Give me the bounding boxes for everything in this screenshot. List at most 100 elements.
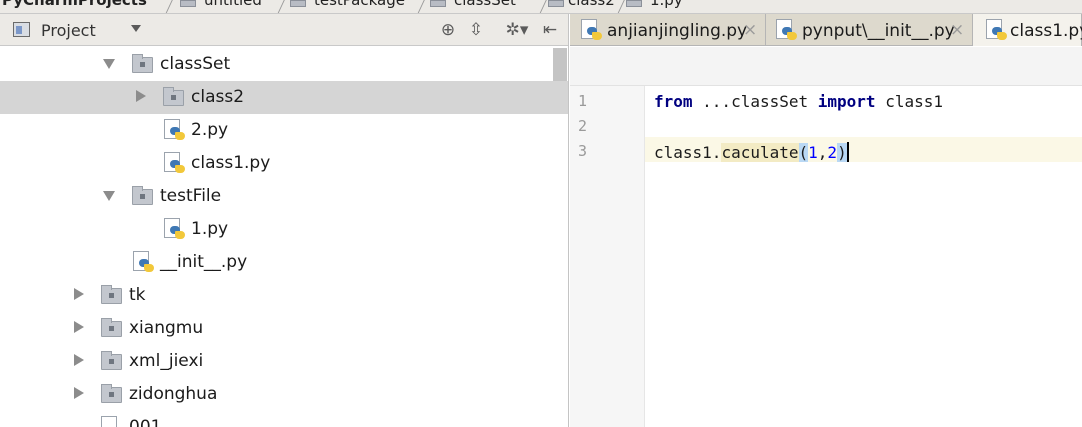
line-number-gutter: 1 2 3 [570,86,645,427]
tree-item-label: classSet [160,54,231,74]
tree-item-tk[interactable]: tk [0,279,568,312]
tree-item-label: zidonghua [129,384,218,404]
python-file-icon [986,19,1008,42]
tree-item-zidonghua[interactable]: zidonghua [0,378,568,411]
tab-class1-py[interactable]: class1.py [973,14,1082,46]
collapsed-arrow-icon[interactable] [74,354,84,366]
python-file-icon [776,19,798,42]
python-file-icon [581,19,603,42]
project-panel: Project ⊕ ⇳ ✲▾ ⇤ classSet class2 2.py cl… [0,14,569,427]
tree-item-label: tk [129,285,146,305]
tree-item-label: testFile [160,186,222,206]
tree-item-2-py[interactable]: 2.py [0,114,568,147]
breadcrumb-separator [156,0,174,13]
breadcrumb: PyCharmProjects untitled testPackage cla… [0,0,1082,14]
collapsed-arrow-icon[interactable] [74,387,84,399]
tree-item-xiangmu[interactable]: xiangmu [0,312,568,345]
tree-item-testfile[interactable]: testFile [0,180,568,213]
module-path: ...classSet [692,92,818,111]
project-view-icon [13,22,30,37]
tree-item-label: 2.py [191,120,229,140]
python-file-icon [164,218,186,241]
keyword-from: from [654,92,693,111]
project-view-title[interactable]: Project [41,21,96,40]
comma: , [817,143,828,162]
folder-icon [101,351,122,370]
tree-item-classset[interactable]: classSet [0,48,568,81]
argument-number: 2 [827,143,838,162]
editor-tab-bar: anjianjingling.py × pynput\__init__.py ×… [570,14,1082,46]
tree-item-label: class1.py [191,153,271,173]
tree-item-xml-jiexi[interactable]: xml_jiexi [0,345,568,378]
line-number: 3 [578,142,588,160]
close-icon[interactable]: × [950,20,964,40]
tree-item-label: __init__.py [160,252,248,272]
close-icon[interactable]: × [743,20,757,40]
open-paren: ( [798,143,809,162]
function-name: caculate [721,143,799,162]
hide-icon[interactable]: ⇤ [540,20,560,40]
breadcrumb-item[interactable]: testPackage [314,0,405,9]
tab-pynput-init-py[interactable]: pynput\__init__.py × [766,14,973,46]
object-reference: class1. [654,143,722,162]
folder-icon [101,384,122,403]
close-paren: ) [837,143,847,162]
python-file-icon [133,251,155,274]
breadcrumb-separator [530,0,548,13]
folder-icon [101,285,122,304]
folder-icon [290,0,306,7]
tree-item-label: xiangmu [129,318,204,338]
target-icon[interactable]: ⊕ [438,20,458,40]
breadcrumb-item[interactable]: classSet [454,0,516,9]
tab-label: class1.py [1010,21,1082,41]
breadcrumb-item[interactable]: PyCharmProjects [2,0,147,9]
expanded-arrow-icon[interactable] [103,59,115,69]
collapsed-arrow-icon[interactable] [74,321,84,333]
tab-label: pynput\__init__.py [802,21,955,41]
tree-item-label: xml_jiexi [129,351,204,371]
folder-icon [430,0,446,7]
imported-name: class1 [875,92,943,111]
python-file-icon [164,152,186,175]
collapsed-arrow-icon[interactable] [136,90,146,102]
folder-icon [132,54,153,73]
tab-label: anjianjingling.py [607,21,748,41]
tree-item-label: 1.py [191,219,229,239]
folder-icon [180,0,196,7]
keyword-import: import [817,92,876,111]
project-toolbar: Project ⊕ ⇳ ✲▾ ⇤ [0,14,568,46]
breadcrumb-separator [408,0,426,13]
breadcrumb-item[interactable]: 1.py [650,0,683,9]
collapsed-arrow-icon[interactable] [74,288,84,300]
tree-item-label: 001 [129,417,162,427]
folder-icon [132,186,153,205]
tree-item-class2[interactable]: class2 [0,81,568,114]
folder-icon [163,87,184,106]
line-number: 1 [578,92,588,110]
python-file-icon [164,119,186,142]
collapse-icon[interactable]: ⇳ [466,20,486,40]
text-caret [846,142,849,162]
tree-item-001[interactable]: 001 [0,411,568,427]
line-number: 2 [578,117,588,135]
breadcrumb-item[interactable]: class2 [568,0,615,9]
tab-anjianjingling-py[interactable]: anjianjingling.py × [570,14,766,46]
python-file-icon [626,0,642,7]
tree-item-label: class2 [191,87,245,107]
gear-icon[interactable]: ✲▾ [502,20,532,40]
breadcrumb-separator [268,0,286,13]
view-dropdown-arrow-icon[interactable] [131,25,141,32]
argument-number: 1 [808,143,818,162]
code-line-1[interactable]: from ...classSet import class1 [654,92,943,111]
tree-item-init-py[interactable]: __init__.py [0,246,568,279]
file-icon [101,416,123,427]
folder-icon [548,0,564,7]
tree-item-class1-py[interactable]: class1.py [0,147,568,180]
code-line-3[interactable]: class1.caculate(1,2) [654,142,849,162]
breadcrumb-item[interactable]: untitled [204,0,262,9]
expanded-arrow-icon[interactable] [103,191,115,201]
tree-item-1-py[interactable]: 1.py [0,213,568,246]
editor-breadcrumb-bar [570,47,1082,86]
folder-icon [101,318,122,337]
code-editor: anjianjingling.py × pynput\__init__.py ×… [570,14,1082,427]
